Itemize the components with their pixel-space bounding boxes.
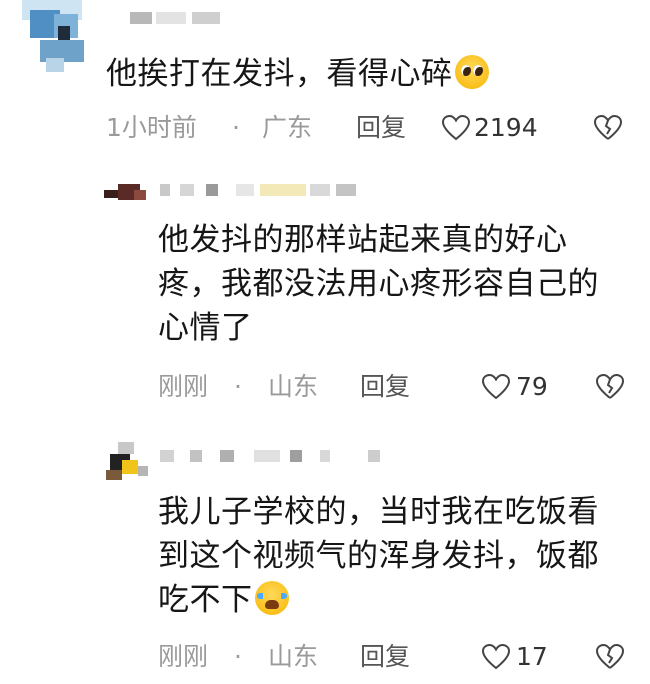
username-masked[interactable] bbox=[106, 6, 236, 32]
pleading-face-icon bbox=[454, 55, 489, 89]
comment-time: 1小时前 bbox=[106, 113, 197, 142]
like-count: 17 bbox=[516, 642, 548, 671]
comment-text: 我儿子学校的，当时我在吃饭看到这个视频气的浑身发抖，饭都吃不下 bbox=[158, 490, 628, 622]
reply-button[interactable]: 回复 bbox=[356, 108, 406, 148]
broken-heart-icon[interactable] bbox=[594, 115, 622, 141]
comment-3: 我儿子学校的，当时我在吃饭看到这个视频气的浑身发抖，饭都吃不下 刚刚 · 山东 … bbox=[0, 420, 650, 684]
comment-meta: 刚刚 · 山东 回复 17 bbox=[158, 637, 638, 677]
loudly-crying-face-icon bbox=[254, 581, 289, 615]
reply-button[interactable]: 回复 bbox=[360, 637, 410, 677]
avatar[interactable] bbox=[104, 176, 154, 210]
comment-location: 广东 bbox=[262, 113, 313, 142]
comment-text: 他发抖的那样站起来真的好心疼，我都没法用心疼形容自己的心情了 bbox=[158, 218, 628, 350]
comment-location: 山东 bbox=[268, 642, 319, 671]
heart-outline-icon[interactable] bbox=[482, 644, 510, 670]
avatar[interactable] bbox=[104, 438, 154, 482]
broken-heart-icon[interactable] bbox=[596, 644, 624, 670]
comment-text-content: 他发抖的那样站起来真的好心疼，我都没法用心疼形容自己的心情了 bbox=[158, 222, 599, 346]
comment-location: 山东 bbox=[268, 372, 319, 401]
comment-meta: 刚刚 · 山东 回复 79 bbox=[158, 367, 638, 407]
comment-meta: 1小时前 · 广东 回复 2194 bbox=[106, 108, 646, 148]
like-count: 2194 bbox=[474, 113, 538, 142]
comment-time: 刚刚 bbox=[158, 372, 209, 401]
meta-separator: · bbox=[234, 372, 242, 401]
like-count: 79 bbox=[516, 372, 548, 401]
comment-text: 他挨打在发抖，看得心碎 bbox=[106, 52, 626, 96]
heart-outline-icon[interactable] bbox=[442, 115, 470, 141]
username-masked[interactable] bbox=[160, 178, 370, 204]
comment-time: 刚刚 bbox=[158, 642, 209, 671]
comment-1: 他挨打在发抖，看得心碎 1小时前 · 广东 回复 2194 bbox=[0, 0, 650, 160]
username-masked[interactable] bbox=[160, 444, 390, 470]
avatar[interactable] bbox=[10, 0, 88, 78]
reply-button[interactable]: 回复 bbox=[360, 367, 410, 407]
broken-heart-icon[interactable] bbox=[596, 374, 624, 400]
meta-separator: · bbox=[234, 642, 242, 671]
comment-2: 他发抖的那样站起来真的好心疼，我都没法用心疼形容自己的心情了 刚刚 · 山东 回… bbox=[0, 160, 650, 420]
meta-separator: · bbox=[232, 113, 240, 142]
comment-text-content: 我儿子学校的，当时我在吃饭看到这个视频气的浑身发抖，饭都吃不下 bbox=[158, 494, 599, 618]
heart-outline-icon[interactable] bbox=[482, 374, 510, 400]
comment-text-content: 他挨打在发抖，看得心碎 bbox=[106, 56, 453, 92]
